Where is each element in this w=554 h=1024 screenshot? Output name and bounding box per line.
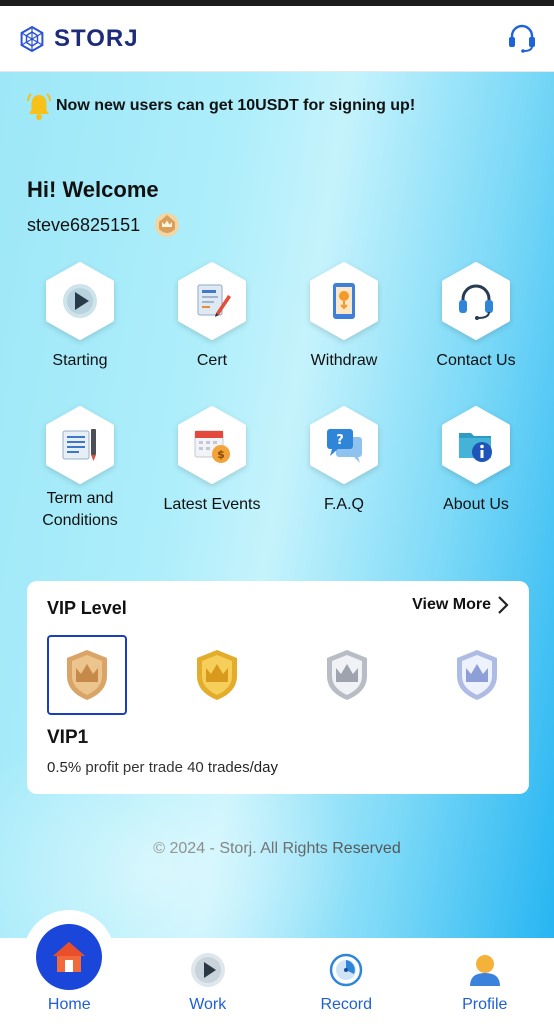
hex-tile [440,262,512,340]
username: steve6825151 [27,214,141,235]
silver-crown-badge-icon [327,650,367,700]
certificate-icon [197,284,231,317]
vip-badge-4[interactable] [437,635,517,715]
hex-tile [44,406,116,484]
vip-badge-2[interactable] [177,635,257,715]
calendar-coin-icon: $ [194,430,230,463]
home-content: Now new users can get 10USDT for signing… [0,72,554,938]
menu-about-us[interactable]: About Us [410,406,542,532]
app-header: STORJ [0,6,554,72]
headset-icon[interactable] [506,22,538,54]
menu-label: Starting [52,352,108,369]
vip-badge-1[interactable] [47,635,127,715]
withdraw-phone-icon [333,283,355,319]
chevron-right-icon [498,596,509,614]
menu-label: Cert [196,352,228,369]
record-timer-icon [330,953,363,987]
menu-terms[interactable]: Term and Conditions [14,406,146,532]
menu-label: Withdraw [310,352,378,369]
hex-tile [440,406,512,484]
menu-contact-us[interactable]: Contact Us [410,262,542,388]
copyright: © 2024 - Storj. All Rights Reserved [153,840,401,857]
vip-selected-name: VIP1 [47,727,89,748]
vip-selected-description: 0.5% profit per trade 40 trades/day [47,759,278,776]
chat-question-icon: ? [327,429,362,463]
menu-latest-events[interactable]: $ Latest Events [146,406,278,532]
nav-record[interactable]: Record [277,938,416,1024]
hex-tile [44,262,116,340]
view-more-label: View More [412,596,491,613]
platinum-crown-badge-icon [457,650,497,700]
bell-icon [27,93,51,120]
bronze-crown-badge-icon [67,650,107,700]
play-icon [63,284,97,318]
vip-badges [47,635,517,715]
menu-label: F.A.Q [323,496,364,513]
vip-badge-3[interactable] [307,635,387,715]
nav-label: Profile [462,996,508,1013]
nav-label: Record [320,996,373,1013]
menu-withdraw[interactable]: Withdraw [278,262,410,388]
brand-logo[interactable]: STORJ [18,25,139,53]
gold-crown-badge-icon [197,650,237,700]
bottom-navigation: Home Work Record Profile [0,910,554,1024]
home-button-circle [36,924,102,990]
nav-home[interactable]: Home [0,910,139,1024]
welcome-heading: Hi! Welcome [27,177,159,202]
menu-label: Latest Events [163,496,261,513]
profile-icon [469,955,500,986]
nav-label: Work [189,996,227,1013]
nav-profile[interactable]: Profile [416,938,554,1024]
user-info: steve6825151 [27,212,180,238]
quick-menu: Starting Cert Withdraw Contact Us Term a… [14,262,542,532]
svg-text:?: ? [336,433,344,448]
vip-title: VIP Level [47,598,127,618]
menu-label: Term and Conditions [42,490,118,529]
hex-tile: ? [308,406,380,484]
svg-text:$: $ [217,448,225,461]
view-more-link[interactable]: View More [412,595,509,615]
hex-tile: $ [176,406,248,484]
brand-name: STORJ [54,24,139,52]
menu-cert[interactable]: Cert [146,262,278,388]
folder-info-icon [459,433,492,462]
headset-icon [459,284,493,320]
nav-work[interactable]: Work [139,938,278,1024]
menu-faq[interactable]: ? F.A.Q [278,406,410,532]
vip-level-card: VIP Level View More VIP1 0.5% profit per… [27,581,529,794]
hex-tile [176,262,248,340]
nav-label: Home [47,996,91,1013]
storj-logo-icon [20,25,44,52]
document-pen-icon [62,429,96,461]
announcement-banner[interactable]: Now new users can get 10USDT for signing… [26,92,415,120]
menu-label: Contact Us [436,352,516,369]
announcement-text: Now new users can get 10USDT for signing… [56,97,416,114]
play-circle-icon [190,953,225,987]
hex-tile [308,262,380,340]
vip-badge-icon [155,213,180,237]
home-icon [53,942,85,972]
menu-label: About Us [443,496,509,513]
menu-starting[interactable]: Starting [14,262,146,388]
